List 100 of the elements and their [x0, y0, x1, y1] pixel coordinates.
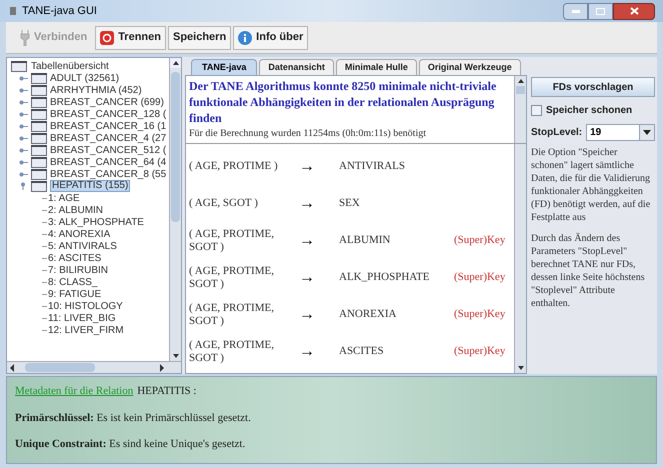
dependency-lhs: ( AGE, PROTIME, SGOT )	[189, 228, 275, 254]
tree-item[interactable]: 2: ALBUMIN	[48, 202, 104, 218]
dependency-lhs: ( AGE, PROTIME, SGOT )	[189, 338, 275, 364]
tab[interactable]: Minimale Hulle	[336, 59, 417, 75]
tree-item[interactable]: 5: ANTIVIRALS	[48, 238, 117, 254]
collapsed-handle-icon[interactable]	[19, 100, 28, 104]
key-label: (Super)Key	[454, 307, 506, 322]
arrow-down-icon	[172, 354, 178, 358]
tree-item[interactable]: 7: BILIRUBIN	[48, 262, 108, 278]
power-icon	[100, 30, 114, 44]
checkbox-label[interactable]: Speicher schonen	[546, 103, 632, 118]
tab[interactable]: TANE-java	[191, 59, 258, 75]
table-icon	[31, 180, 47, 192]
plug-icon	[20, 30, 30, 46]
collapsed-handle-icon[interactable]	[19, 172, 28, 176]
table-icon	[31, 120, 47, 132]
tree-item[interactable]: BREAST_CANCER_128 (	[50, 106, 166, 122]
scrollbar[interactable]	[514, 144, 526, 373]
scroll-thumb[interactable]	[171, 72, 180, 222]
horizontal-scrollbar[interactable]	[7, 361, 181, 373]
metadata-line: Primärschlüssel: Es ist kein Primärschlüssel gesetzt.	[15, 410, 252, 426]
info-icon	[238, 30, 252, 44]
app-icon	[8, 6, 18, 16]
scroll-thumb[interactable]	[516, 86, 525, 94]
maximize-icon	[596, 8, 605, 14]
scrollbar[interactable]	[514, 76, 526, 143]
scroll-thumb[interactable]	[25, 363, 95, 372]
tree-item[interactable]: 9: FATIGUE	[48, 286, 102, 302]
table-icon	[31, 108, 47, 120]
table-icon	[31, 168, 47, 180]
tree-item[interactable]: 12: LIVER_FIRM	[48, 322, 124, 338]
toolbar-button[interactable]: Speichern	[168, 26, 232, 50]
expanded-handle-icon[interactable]	[19, 182, 28, 190]
dependency-rhs: ALBUMIN	[339, 233, 392, 248]
minimize-button[interactable]	[563, 2, 588, 20]
arrow-text: →	[299, 156, 316, 176]
collapsed-handle-icon[interactable]	[19, 148, 28, 152]
tab[interactable]: Datenansicht	[259, 59, 334, 75]
collapsed-handle-icon[interactable]	[19, 124, 28, 128]
tab[interactable]: Original Werkzeuge	[418, 59, 521, 75]
timing-text: Für die Berechnung wurden 11254ms (0h:0m:11s) benötigt	[189, 127, 428, 141]
scrollbar[interactable]	[169, 58, 181, 361]
suggest-fds-button[interactable]: FDs vorschlagen	[531, 77, 655, 97]
collapsed-handle-icon[interactable]	[19, 76, 28, 80]
dependency-rhs: SEX	[339, 196, 361, 212]
tree-item[interactable]: 1: AGE	[48, 190, 80, 206]
dropdown-arrow-icon	[643, 130, 651, 135]
dependency-rhs: ANTIVIRALS	[339, 159, 406, 174]
table-icon	[31, 156, 47, 168]
toolbar-button[interactable]: Info über	[233, 26, 308, 50]
tree-item[interactable]: ADULT (32561)	[50, 70, 120, 86]
window-title: TANE-java GUI	[22, 4, 97, 19]
arrow-up-icon	[172, 61, 178, 65]
tree-item[interactable]: 11: LIVER_BIG	[48, 310, 116, 326]
arrow-text: →	[299, 194, 316, 214]
tree-item[interactable]: 8: CLASS_	[48, 274, 98, 290]
relation-name: HEPATITIS :	[137, 384, 196, 399]
collapsed-handle-icon[interactable]	[19, 160, 28, 164]
collapsed-handle-icon[interactable]	[19, 136, 28, 140]
tree-item[interactable]: BREAST_CANCER_4 (27	[50, 130, 166, 146]
tree-item[interactable]: 3: ALK_PHOSPHATE	[48, 214, 144, 230]
collapsed-handle-icon[interactable]	[19, 88, 28, 92]
stoplevel-label: StopLevel:	[531, 126, 582, 140]
metadata-line: Unique Constraint: Es sind keine Unique's gesetzt.	[15, 437, 246, 452]
arrow-text: →	[299, 304, 316, 324]
tree-item[interactable]: BREAST_CANCER_64 (4	[50, 154, 166, 170]
collapsed-handle-icon[interactable]	[19, 112, 28, 116]
tree-item[interactable]: Tabellenübersicht	[31, 58, 109, 74]
arrow-right-icon	[157, 364, 167, 372]
tree-item[interactable]: 4: ANOREXIA	[48, 226, 110, 242]
dependency-rhs: ASCITES	[339, 344, 385, 360]
stoplevel-dropdown[interactable]: 19	[586, 124, 655, 141]
tree-item[interactable]: BREAST_CANCER (699)	[50, 94, 164, 110]
tree-item[interactable]: BREAST_CANCER_8 (55	[50, 166, 166, 182]
key-label: (Super)Key	[454, 233, 506, 248]
tree-item[interactable]: BREAST_CANCER_512 (	[50, 142, 166, 158]
table-icon	[31, 72, 47, 84]
dependency-lhs: ( AGE, SGOT )	[189, 197, 259, 210]
tree-item[interactable]: ARRHYTHMIA (452)	[50, 82, 142, 98]
toolbar-button[interactable]: Trennen	[95, 26, 166, 50]
dependency-rhs: ANOREXIA	[339, 307, 398, 322]
arrow-up-icon	[518, 79, 524, 83]
arrow-text: →	[299, 268, 316, 288]
arrow-text: →	[299, 342, 316, 362]
dependency-lhs: ( AGE, PROTIME, SGOT )	[189, 264, 275, 290]
tree-item[interactable]: HEPATITIS (155)	[50, 180, 130, 192]
tree-item[interactable]: 10: HISTOLOGY	[48, 298, 123, 314]
minimize-icon	[572, 10, 580, 12]
maximize-button[interactable]	[588, 2, 613, 20]
arrow-down-icon	[518, 366, 524, 370]
table-icon	[31, 132, 47, 144]
dependency-lhs: ( AGE, PROTIME )	[189, 160, 279, 173]
checkbox[interactable]	[531, 105, 542, 116]
close-icon	[630, 7, 638, 15]
tree-item[interactable]: 6: ASCITES	[48, 250, 102, 266]
dependency-rhs: ALK_PHOSPHATE	[339, 270, 430, 286]
close-button[interactable]	[613, 2, 655, 20]
dependency-lhs: ( AGE, PROTIME, SGOT )	[189, 302, 275, 328]
description-text: Durch das Ändern des Parameters "StopLevel" berechnet TANE nur FDs, dessen linke Seite höchstens "Stoplevel" Attribute enthalten.	[531, 232, 646, 310]
tree-item[interactable]: BREAST_CANCER_16 (1	[50, 118, 166, 134]
